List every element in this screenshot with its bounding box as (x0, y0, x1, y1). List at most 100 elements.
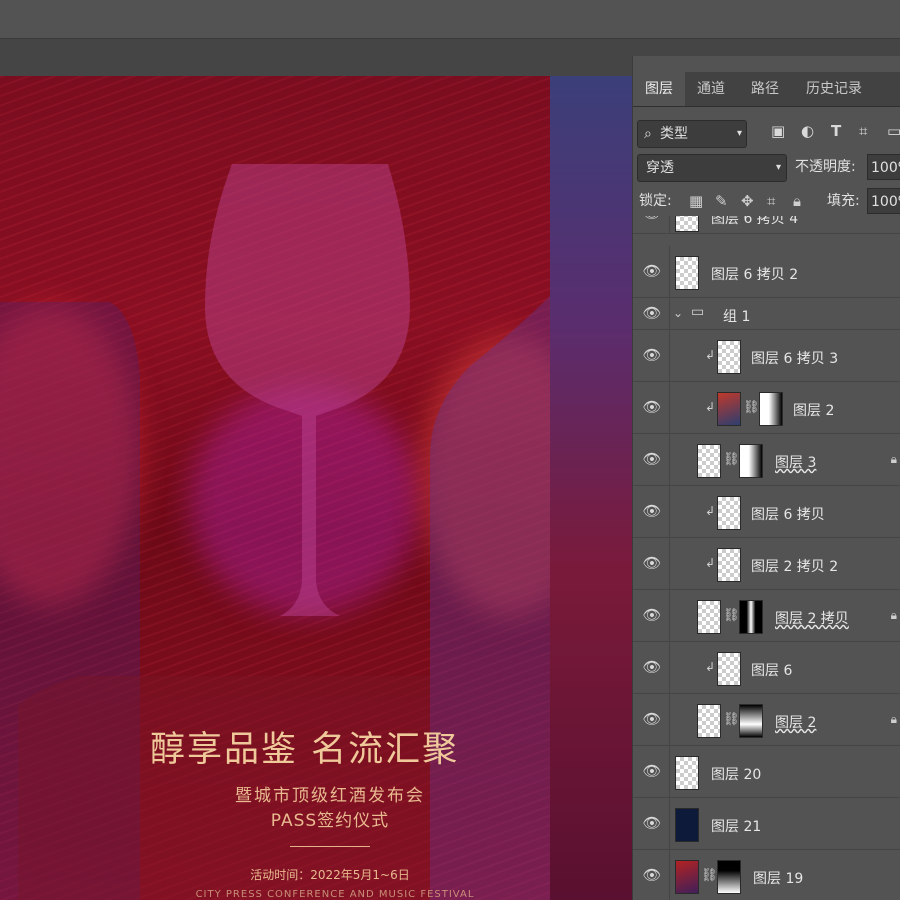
pixel-filter-icon[interactable]: ▣ (771, 122, 785, 140)
layer-thumbnail (675, 256, 699, 290)
layer-row[interactable]: 👁︎ ⛓ 图层 19 (633, 850, 900, 900)
layer-row[interactable]: 👁︎ ⛓ 图层 3 🔒︎ (633, 434, 900, 486)
tab-paths[interactable]: 路径 (739, 72, 791, 106)
chevron-down-icon[interactable]: ⌄ (673, 306, 683, 320)
smart-object-filter-icon[interactable]: ▭ (887, 122, 900, 140)
layer-name[interactable]: 图层 6 拷贝 (751, 504, 825, 524)
eye-icon[interactable]: 👁︎ (641, 304, 663, 322)
eye-icon[interactable]: 👁︎ (641, 658, 663, 676)
eye-icon[interactable]: 👁︎ (641, 502, 663, 520)
layer-thumbnail (717, 392, 741, 426)
eye-icon[interactable]: 👁︎ (641, 606, 663, 624)
layer-thumbnail (697, 600, 721, 634)
layer-thumbnail (675, 216, 699, 232)
link-icon[interactable]: ⛓ (723, 452, 740, 467)
eye-icon[interactable]: 👁︎ (641, 216, 663, 222)
layer-name[interactable]: 图层 6 拷贝 3 (751, 348, 838, 368)
eye-icon[interactable]: 👁︎ (641, 346, 663, 364)
panel-tabs: 图层 通道 路径 历史记录 (633, 72, 900, 107)
eye-icon[interactable]: 👁︎ (641, 866, 663, 884)
layer-name[interactable]: 图层 2 拷贝 2 (751, 556, 838, 576)
layer-thumbnail (675, 860, 699, 894)
link-icon[interactable]: ⛓ (723, 608, 740, 623)
blend-row: 穿透 ▾ 不透明度: 100% (637, 154, 900, 182)
eye-icon[interactable]: 👁︎ (641, 262, 663, 280)
link-icon[interactable]: ⛓ (723, 712, 740, 727)
lock-label: 锁定: (639, 193, 672, 209)
poster-subtitle-2: PASS签约仪式 (270, 811, 390, 831)
layer-row[interactable]: 👁︎ 图层 6 拷贝 2 (633, 246, 900, 298)
group-name[interactable]: 组 1 (723, 306, 750, 326)
layer-mask-thumbnail[interactable] (739, 600, 763, 634)
poster-subtitle-1: 暨城市顶级红酒发布会 (235, 786, 425, 806)
layer-thumbnail (697, 444, 721, 478)
layer-mask-thumbnail[interactable] (717, 860, 741, 894)
layer-thumbnail (717, 340, 741, 374)
shape-filter-icon[interactable]: ⌗ (859, 122, 867, 140)
eye-icon[interactable]: 👁︎ (641, 762, 663, 780)
opacity-field[interactable]: 100% (867, 154, 900, 180)
fill-field[interactable]: 100% (867, 188, 900, 214)
poster-date: 活动时间：2022年5月1~6日 (250, 868, 410, 882)
layer-mask-thumbnail[interactable] (739, 704, 763, 738)
chevron-down-icon: ▾ (775, 162, 781, 173)
clipping-mask-icon: ↲ (705, 504, 716, 518)
document-canvas[interactable]: 醇享品鉴 名流汇聚 暨城市顶级红酒发布会 PASS签约仪式 活动时间：2022年… (0, 76, 632, 900)
layer-name[interactable]: 图层 6 (751, 660, 792, 680)
lock-row: 锁定: ▦ ✎ ✥ ⌗ 🔒︎ 填充: 100% (637, 188, 900, 216)
layer-filter-select[interactable]: ⌕ 类型 ▾ (637, 120, 747, 148)
layer-row[interactable]: 👁︎ ⛓ 图层 2 🔒︎ (633, 694, 900, 746)
tab-layers[interactable]: 图层 (633, 72, 685, 106)
layer-row[interactable]: 👁︎ ⛓ 图层 2 拷贝 🔒︎ (633, 590, 900, 642)
tab-history[interactable]: 历史记录 (795, 72, 873, 106)
eye-icon[interactable]: 👁︎ (641, 814, 663, 832)
layer-row[interactable]: 👁︎ ↲ 图层 6 (633, 642, 900, 694)
eye-icon[interactable]: 👁︎ (641, 710, 663, 728)
layer-row[interactable]: 👁︎ ↲ 图层 6 拷贝 (633, 486, 900, 538)
clipping-mask-icon: ↲ (705, 400, 716, 414)
group-row[interactable]: 👁︎ ⌄ ▭ 组 1 (633, 298, 900, 330)
layer-row[interactable]: 👁︎ 图层 6 拷贝 4 (633, 216, 900, 234)
layer-thumbnail (675, 808, 699, 842)
layer-row[interactable]: 👁︎ 图层 21 (633, 798, 900, 850)
layer-name[interactable]: 图层 21 (711, 816, 761, 836)
tab-channels[interactable]: 通道 (685, 72, 737, 106)
chevron-down-icon: ▾ (736, 128, 742, 139)
lock-position-icon[interactable]: ✥ (741, 188, 754, 214)
link-icon[interactable]: ⛓ (701, 868, 718, 883)
link-icon[interactable]: ⛓ (743, 400, 760, 415)
type-filter-icon[interactable]: T (831, 122, 841, 140)
lock-transparency-icon[interactable]: ▦ (689, 188, 703, 214)
layer-filter-row: ⌕ 类型 ▾ ▣ ◐ T ⌗ ▭ (637, 120, 900, 148)
layer-name[interactable]: 图层 6 拷贝 2 (711, 264, 798, 284)
poster-divider (290, 846, 370, 847)
clipping-mask-icon: ↲ (705, 556, 716, 570)
layer-name[interactable]: 图层 3 (775, 452, 816, 472)
layer-name[interactable]: 图层 6 拷贝 4 (711, 216, 798, 228)
lock-artboard-icon[interactable]: ⌗ (767, 188, 775, 214)
layer-name[interactable]: 图层 2 拷贝 (775, 608, 849, 628)
blend-mode-select[interactable]: 穿透 ▾ (637, 154, 787, 182)
layer-row[interactable]: 👁︎ ↲ ⛓ 图层 2 (633, 382, 900, 434)
adjustment-filter-icon[interactable]: ◐ (801, 122, 814, 140)
layer-mask-thumbnail[interactable] (759, 392, 783, 426)
blend-mode-label: 穿透 (646, 160, 674, 176)
layer-row[interactable]: 👁︎ 图层 20 (633, 746, 900, 798)
eye-icon[interactable]: 👁︎ (641, 398, 663, 416)
eye-icon[interactable]: 👁︎ (641, 554, 663, 572)
lock-paint-icon[interactable]: ✎ (715, 188, 728, 214)
layer-thumbnail (717, 496, 741, 530)
poster-english-line: CITY PRESS CONFERENCE AND MUSIC FESTIVAL (195, 889, 475, 900)
opacity-label: 不透明度: (795, 159, 856, 175)
layer-name[interactable]: 图层 2 (793, 400, 834, 420)
eye-icon[interactable]: 👁︎ (641, 450, 663, 468)
layer-mask-thumbnail[interactable] (739, 444, 763, 478)
layer-row[interactable]: 👁︎ ↲ 图层 2 拷贝 2 (633, 538, 900, 590)
poster-title: 醇享品鉴 名流汇聚 (150, 730, 460, 770)
layer-name[interactable]: 图层 20 (711, 764, 761, 784)
layer-name[interactable]: 图层 2 (775, 712, 816, 732)
poster-overflow-area (550, 76, 632, 900)
lock-all-icon[interactable]: 🔒︎ (793, 188, 801, 214)
layer-name[interactable]: 图层 19 (753, 868, 803, 888)
layer-row[interactable]: 👁︎ ↲ 图层 6 拷贝 3 (633, 330, 900, 382)
